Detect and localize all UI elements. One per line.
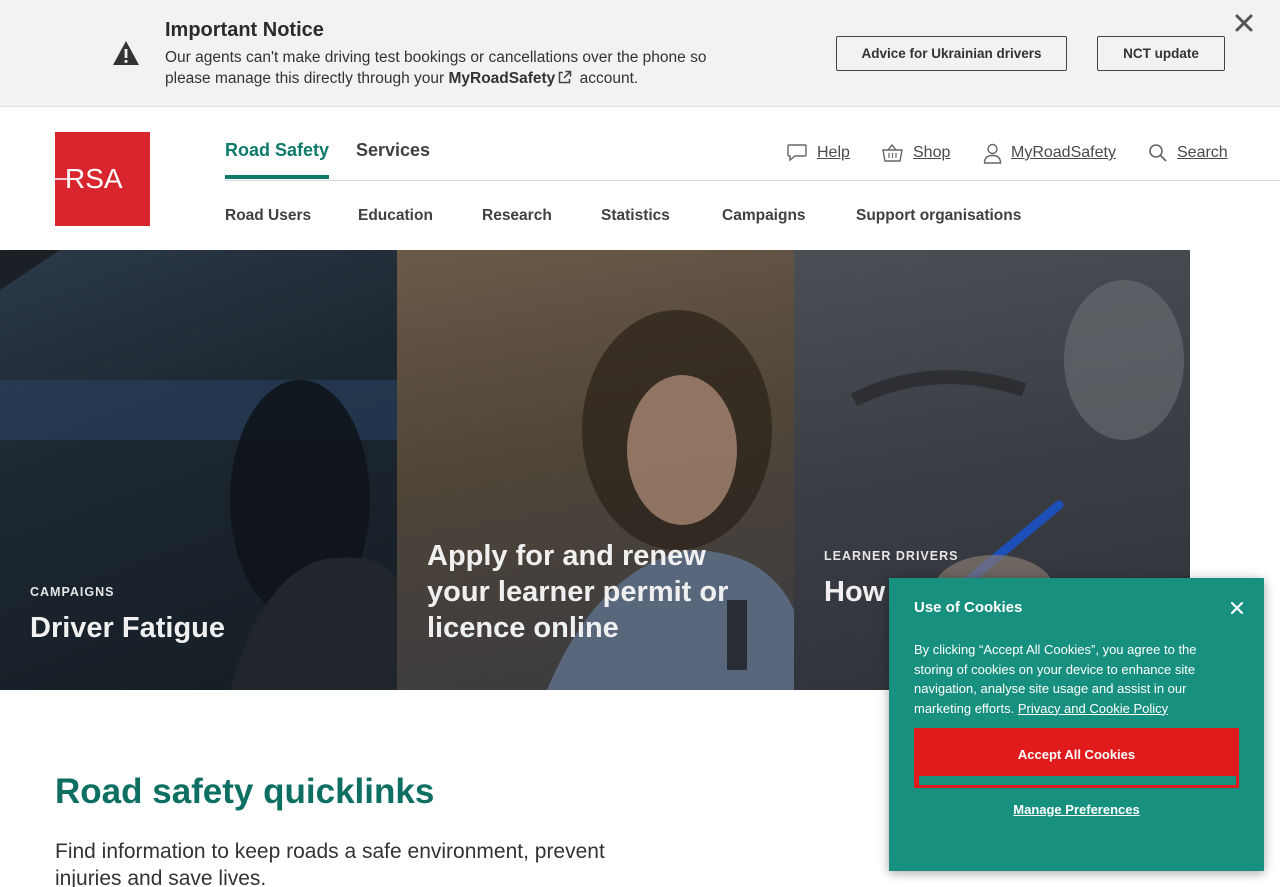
sub-nav-education[interactable]: Education bbox=[358, 207, 433, 225]
search-link[interactable]: Search bbox=[1148, 140, 1228, 166]
myroadsafety-label: MyRoadSafety bbox=[1011, 144, 1116, 161]
close-icon[interactable] bbox=[1230, 601, 1244, 615]
hero-card-learner-permit[interactable]: Apply for and renew your learner permit … bbox=[397, 250, 794, 690]
accept-button-stripe bbox=[919, 776, 1236, 785]
main-nav-services[interactable]: Services bbox=[356, 140, 430, 175]
myroadsafety-account-link[interactable]: MyRoadSafety bbox=[983, 140, 1116, 166]
help-link[interactable]: Help bbox=[786, 140, 850, 166]
close-icon[interactable] bbox=[1233, 12, 1255, 34]
myroadsafety-link[interactable]: MyRoadSafety bbox=[448, 70, 575, 87]
help-label: Help bbox=[817, 144, 850, 161]
accept-all-cookies-button[interactable]: Accept All Cookies bbox=[914, 728, 1239, 788]
shop-link[interactable]: Shop bbox=[881, 140, 950, 166]
hero-card-driver-fatigue[interactable]: CAMPAIGNS Driver Fatigue bbox=[0, 250, 397, 690]
notice-message-suffix: account. bbox=[579, 70, 639, 87]
header-divider bbox=[225, 180, 1280, 181]
sub-nav-road-users[interactable]: Road Users bbox=[225, 207, 311, 225]
myroadsafety-link-label: MyRoadSafety bbox=[448, 70, 556, 87]
rsa-logo-mark: RSA bbox=[55, 163, 123, 194]
cookie-consent-banner: Use of Cookies By clicking “Accept All C… bbox=[889, 578, 1264, 871]
search-label: Search bbox=[1177, 144, 1228, 161]
accept-all-cookies-label: Accept All Cookies bbox=[1017, 747, 1136, 762]
chat-bubble-icon bbox=[787, 144, 807, 162]
basket-icon bbox=[882, 143, 903, 162]
sub-nav-research[interactable]: Research bbox=[482, 207, 552, 225]
sub-nav-statistics[interactable]: Statistics bbox=[601, 207, 670, 225]
external-link-icon bbox=[559, 70, 572, 84]
cookie-title: Use of Cookies bbox=[914, 599, 1023, 616]
manage-preferences-button[interactable]: Manage Preferences bbox=[914, 802, 1239, 817]
ukrainian-drivers-button[interactable]: Advice for Ukrainian drivers bbox=[836, 36, 1067, 71]
cookie-description: By clicking “Accept All Cookies”, you ag… bbox=[914, 640, 1234, 718]
nct-update-button[interactable]: NCT update bbox=[1097, 36, 1225, 71]
card-kicker: LEARNER DRIVERS bbox=[824, 549, 959, 563]
sub-nav-campaigns[interactable]: Campaigns bbox=[722, 207, 806, 225]
quicklinks-description: Find information to keep roads a safe en… bbox=[55, 840, 605, 887]
main-nav-road-safety[interactable]: Road Safety bbox=[225, 140, 330, 179]
rsa-logo[interactable]: RSA bbox=[55, 132, 150, 226]
notice-title: Important Notice bbox=[165, 19, 324, 41]
privacy-policy-link[interactable]: Privacy and Cookie Policy bbox=[1018, 701, 1168, 716]
card-title: Driver Fatigue bbox=[30, 612, 225, 644]
quicklinks-heading: Road safety quicklinks bbox=[55, 772, 435, 811]
search-icon bbox=[1149, 144, 1167, 162]
card-kicker: CAMPAIGNS bbox=[30, 585, 115, 599]
user-icon bbox=[983, 143, 1002, 164]
logo-text: RSA bbox=[65, 163, 123, 194]
notice-message: Our agents can't make driving test booki… bbox=[165, 47, 755, 89]
sub-nav-support-organisations[interactable]: Support organisations bbox=[856, 207, 1021, 225]
important-notice-bar: Important Notice Our agents can't make d… bbox=[0, 0, 1280, 107]
warning-triangle-icon bbox=[113, 41, 139, 65]
card-title: Apply for and renew your learner permit … bbox=[427, 540, 729, 644]
utility-navigation: Help Shop MyRoadSafety Search bbox=[786, 140, 1246, 170]
shop-label: Shop bbox=[913, 144, 951, 161]
